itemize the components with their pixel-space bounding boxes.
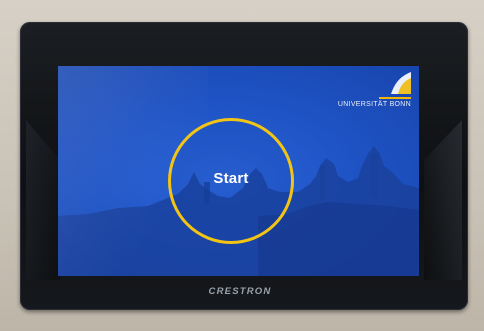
logo-swoosh-icon (391, 72, 411, 94)
touch-screen: UNIVERSITÄT BONN Start (58, 66, 419, 276)
logo-text: UNIVERSITÄT BONN (337, 101, 411, 108)
university-logo: UNIVERSITÄT BONN (325, 70, 411, 110)
start-button[interactable]: Start (168, 118, 294, 244)
start-button-label: Start (213, 170, 249, 187)
crestron-brand-label: CRESTRON (208, 286, 272, 297)
logo-accent-bar (379, 97, 411, 99)
